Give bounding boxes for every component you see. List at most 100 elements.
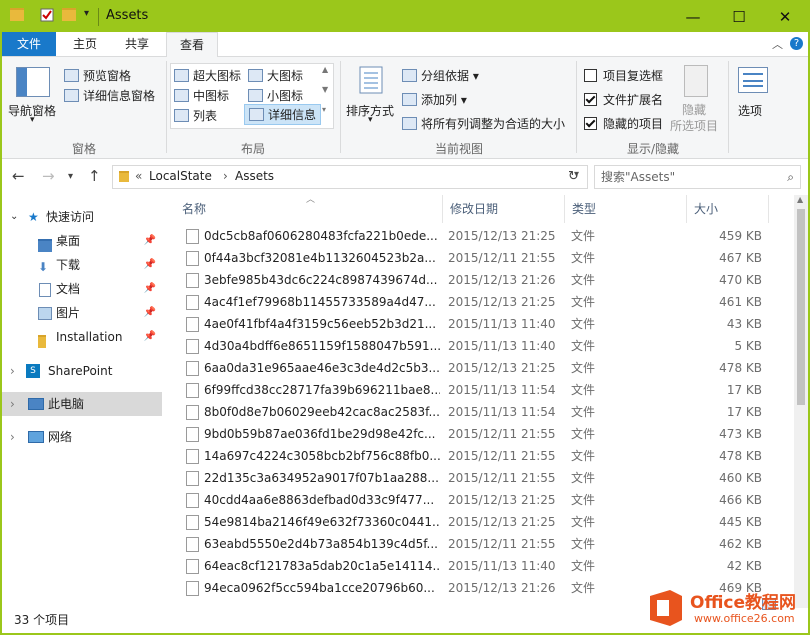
table-row[interactable]: 4ae0f41fbf4a4f3159c56eeb52b3d21... 2015/1…: [164, 313, 794, 335]
scroll-up-icon[interactable]: ▲: [797, 195, 803, 204]
table-row[interactable]: 22d135c3a634952a9017f07b1aa288... 2015/12…: [164, 467, 794, 489]
file-extensions-toggle[interactable]: 文件扩展名: [584, 91, 663, 108]
nav-item-documents[interactable]: 文档 📌: [2, 277, 162, 301]
new-folder-icon[interactable]: [62, 8, 76, 26]
scrollbar-thumb[interactable]: [797, 209, 805, 405]
sort-by-dropdown-icon[interactable]: ▾: [368, 115, 373, 125]
pin-icon[interactable]: 📌: [144, 229, 156, 253]
table-row[interactable]: 0f44a3bcf32081e4b1132604523b2a... 2015/12…: [164, 247, 794, 269]
column-header-date[interactable]: 修改日期: [450, 195, 498, 223]
minimize-button[interactable]: —: [670, 2, 716, 32]
layout-small-icons[interactable]: 小图标: [248, 87, 303, 104]
column-header-size[interactable]: 大小: [694, 195, 718, 223]
file-icon: [186, 405, 199, 420]
group-by-button[interactable]: 分组依据 ▾: [402, 67, 479, 84]
nav-sharepoint[interactable]: › S SharePoint: [2, 359, 162, 383]
properties-icon[interactable]: [40, 8, 54, 26]
address-bar[interactable]: « LocalState › Assets ▾: [112, 165, 588, 189]
table-row[interactable]: 63eabd5550e2d4b73a854b139c4d5f... 2015/12…: [164, 533, 794, 555]
file-size: 5 KB: [734, 339, 762, 353]
layout-scroll-down-icon[interactable]: ▼: [322, 85, 328, 94]
column-divider[interactable]: [442, 195, 443, 223]
pin-icon[interactable]: 📌: [144, 277, 156, 301]
path-overflow[interactable]: «: [135, 169, 142, 183]
table-row[interactable]: 6aa0da31e965aae46e3c3de4d2c5b3... 2015/12…: [164, 357, 794, 379]
maximize-button[interactable]: ☐: [716, 2, 762, 32]
ribbon: 导航窗格 ▾ 预览窗格 详细信息窗格 窗格 超大图标 大图标 中图标 小图标 列…: [2, 57, 808, 159]
nav-quick-access[interactable]: ⌄ ★ 快速访问: [2, 205, 162, 229]
layout-large-icons[interactable]: 大图标: [248, 67, 303, 84]
breadcrumb-localstate[interactable]: LocalState: [149, 169, 212, 183]
table-row[interactable]: 3ebfe985b43dc6c224c8987439674d... 2015/12…: [164, 269, 794, 291]
table-row[interactable]: 9bd0b59b87ae036fd1be29d98e42fc... 2015/12…: [164, 423, 794, 445]
close-button[interactable]: ✕: [762, 2, 808, 32]
column-divider[interactable]: [768, 195, 769, 223]
collapse-ribbon-icon[interactable]: ︿: [772, 36, 783, 52]
table-row[interactable]: 64eac8cf121783a5dab20c1a5e14114... 2015/1…: [164, 555, 794, 577]
layout-more-icon[interactable]: ▾: [322, 105, 326, 114]
nav-network[interactable]: › 网络: [2, 425, 162, 449]
nav-item-pictures[interactable]: 图片 📌: [2, 301, 162, 325]
file-date: 2015/12/11 21:55: [448, 449, 556, 463]
expand-chevron-icon[interactable]: ›: [10, 425, 15, 449]
collapse-chevron-icon[interactable]: ⌄: [10, 205, 18, 229]
table-row[interactable]: 6f99ffcd38cc28717fa39b696211bae8... 2015/…: [164, 379, 794, 401]
layout-list[interactable]: 列表: [174, 107, 217, 124]
nav-pane-dropdown-icon[interactable]: ▾: [30, 115, 35, 125]
tab-view[interactable]: 查看: [166, 32, 218, 58]
refresh-icon[interactable]: ↻: [568, 169, 579, 184]
options-button[interactable]: 选项: [738, 102, 762, 119]
column-divider[interactable]: [564, 195, 565, 223]
table-row[interactable]: 0dc5cb8af0606280483fcfa221b0ede... 2015/1…: [164, 225, 794, 247]
item-checkboxes-checkbox[interactable]: [584, 69, 597, 82]
table-row[interactable]: 14a697c4224c3058bcb2bf756c88fb0... 2015/1…: [164, 445, 794, 467]
breadcrumb-assets[interactable]: Assets: [235, 169, 274, 183]
layout-scroll-up-icon[interactable]: ▲: [322, 65, 328, 74]
column-header-name[interactable]: 名称: [182, 195, 206, 223]
nav-this-pc[interactable]: › 此电脑: [2, 392, 162, 416]
hidden-items-checkbox[interactable]: [584, 117, 597, 130]
layout-details[interactable]: 详细信息: [244, 104, 322, 125]
vertical-scrollbar[interactable]: ▲: [794, 195, 808, 608]
expand-chevron-icon[interactable]: ›: [10, 359, 15, 383]
preview-pane-button[interactable]: 预览窗格: [64, 67, 131, 84]
back-arrow-icon[interactable]: ←: [12, 167, 25, 185]
preview-pane-icon: [64, 69, 79, 82]
item-checkboxes-toggle[interactable]: 项目复选框: [584, 67, 663, 84]
details-pane-button[interactable]: 详细信息窗格: [64, 87, 155, 104]
column-divider[interactable]: [686, 195, 687, 223]
star-icon: ★: [28, 210, 39, 224]
file-extensions-checkbox[interactable]: [584, 93, 597, 106]
table-row[interactable]: 4d30a4bdff6e8651159f1588047b591... 2015/1…: [164, 335, 794, 357]
search-icon[interactable]: ⌕: [781, 166, 794, 188]
layout-medium-icons[interactable]: 中图标: [174, 87, 229, 104]
forward-arrow-icon[interactable]: →: [42, 167, 55, 185]
tab-home[interactable]: 主页: [62, 32, 108, 56]
recent-locations-icon[interactable]: ▾: [68, 171, 73, 182]
table-row[interactable]: 40cdd4aa6e8863defbad0d33c9f477... 2015/12…: [164, 489, 794, 511]
nav-item-installation[interactable]: Installation 📌: [2, 325, 162, 349]
search-input[interactable]: 搜索"Assets" ⌕: [594, 165, 801, 189]
layout-extra-large-icons[interactable]: 超大图标: [174, 67, 241, 84]
hidden-items-toggle[interactable]: 隐藏的项目: [584, 115, 663, 132]
table-row[interactable]: 54e9814ba2146f49e632f73360c0441... 2015/1…: [164, 511, 794, 533]
up-arrow-icon[interactable]: ↑: [88, 167, 101, 185]
size-all-columns-button[interactable]: 将所有列调整为合适的大小: [402, 115, 565, 132]
file-name: 3ebfe985b43dc6c224c8987439674d...: [204, 273, 438, 287]
file-type: 文件: [571, 229, 596, 243]
customize-quick-access-icon[interactable]: ▾: [84, 8, 89, 26]
nav-item-desktop[interactable]: 桌面 📌: [2, 229, 162, 253]
table-row[interactable]: 8b0f0d8e7b06029eeb42cac8ac2583f... 2015/1…: [164, 401, 794, 423]
file-size: 460 KB: [719, 471, 762, 485]
tab-share[interactable]: 共享: [114, 32, 160, 56]
pin-icon[interactable]: 📌: [144, 253, 156, 277]
pin-icon[interactable]: 📌: [144, 301, 156, 325]
help-icon[interactable]: ?: [790, 37, 803, 50]
expand-chevron-icon[interactable]: ›: [10, 392, 15, 416]
column-header-type[interactable]: 类型: [572, 195, 596, 223]
table-row[interactable]: 4ac4f1ef79968b11455733589a4d47... 2015/12…: [164, 291, 794, 313]
add-column-button[interactable]: 添加列 ▾: [402, 91, 467, 108]
tab-file[interactable]: 文件: [2, 32, 56, 56]
nav-item-downloads[interactable]: ⬇ 下载 📌: [2, 253, 162, 277]
pin-icon[interactable]: 📌: [144, 325, 156, 349]
